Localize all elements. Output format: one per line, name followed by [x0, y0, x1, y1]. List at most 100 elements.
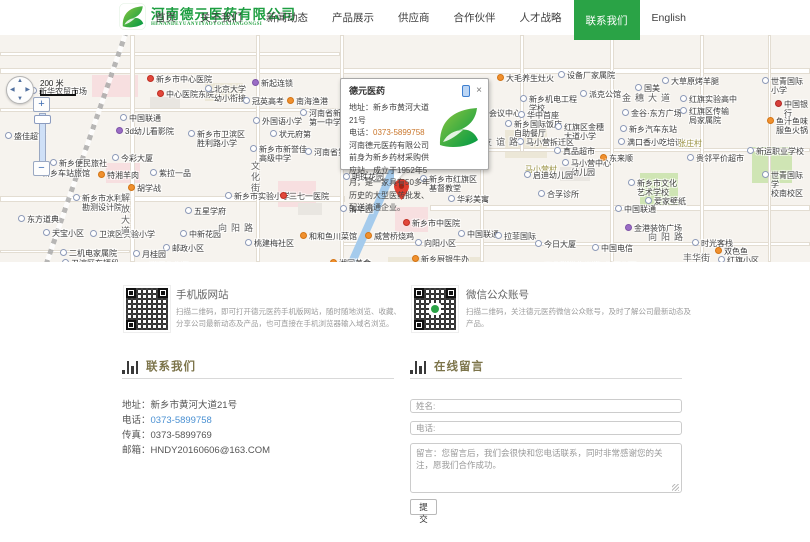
- road-label: 文化街: [250, 161, 259, 194]
- map-poi-label: 大草原烤羊腿: [662, 77, 719, 86]
- message-textarea[interactable]: [410, 443, 682, 493]
- poi-icon: [73, 194, 80, 201]
- contact-email: 邮箱：HNDY20160606@163.COM: [122, 443, 270, 458]
- zoom-out-button[interactable]: −: [33, 161, 50, 176]
- map-poi-label: 世青国际学 校南校区: [762, 171, 810, 198]
- map-poi-label: 状元府第: [270, 130, 311, 139]
- map-poi-label: 新起连锁: [252, 79, 293, 88]
- nav-item-home[interactable]: 首页: [143, 0, 188, 35]
- close-icon[interactable]: ×: [476, 86, 482, 96]
- poi-icon: [330, 259, 337, 262]
- infowindow-header: 德元医药 ×: [341, 79, 488, 100]
- map-poi-label: 今彩大厦: [112, 154, 153, 163]
- poi-icon: [520, 95, 527, 102]
- nav-item-contact[interactable]: 联系我们: [574, 0, 640, 40]
- road-label: 解放大道: [120, 193, 129, 237]
- poi-icon: [625, 224, 632, 231]
- main-nav: 首页关于我们新闻动态产品展示供应商合作伙伴人才战略联系我们English: [143, 0, 698, 35]
- nav-item-suppliers[interactable]: 供应商: [386, 0, 442, 35]
- name-input[interactable]: [410, 399, 682, 413]
- map-poi-label: 威营桥烧鸡: [365, 232, 414, 241]
- poi-icon: [628, 179, 635, 186]
- poi-icon: [150, 169, 157, 176]
- message-heading-text: 在线留言: [434, 358, 484, 374]
- poi-icon: [287, 97, 294, 104]
- infowindow-description: 河南德元医药有限公司前身为新乡药材采购供应站，成立于1952年5月，是一家具有5…: [349, 140, 431, 215]
- poi-icon: [580, 90, 587, 97]
- poi-icon: [300, 232, 307, 239]
- map-poi-label: 新乡市文化 艺术学校: [628, 179, 677, 197]
- map-poi-label: 贵邻平价超市: [687, 154, 744, 163]
- logo-icon: [433, 102, 483, 152]
- poi-icon: [90, 230, 97, 237]
- nav-item-partners[interactable]: 合作伙伴: [442, 0, 508, 35]
- textarea-resize-handle[interactable]: [672, 484, 679, 491]
- poi-icon: [562, 159, 569, 166]
- poi-icon: [300, 109, 307, 116]
- poi-icon: [403, 219, 410, 226]
- map-poi-label: 世青国际小学: [762, 77, 810, 95]
- map-pan-control[interactable]: ▲ ▼ ◀ ▶: [6, 76, 34, 104]
- road-label: 向阳路: [648, 233, 687, 242]
- infowindow-phone-number: 0373-5899758: [373, 128, 425, 137]
- phone-input[interactable]: [410, 421, 682, 435]
- poi-icon: [645, 197, 652, 204]
- submit-button[interactable]: 提交: [410, 499, 437, 515]
- nav-item-products[interactable]: 产品展示: [320, 0, 386, 35]
- poi-icon: [116, 127, 123, 134]
- nav-item-about[interactable]: 关于我们: [188, 0, 254, 35]
- zoom-in-button[interactable]: +: [33, 97, 50, 112]
- poi-icon: [280, 192, 287, 199]
- map-poi-label: 张庄村: [678, 139, 702, 148]
- poi-icon: [618, 138, 625, 145]
- map-poi-label: 二机电家属院: [60, 249, 117, 258]
- poi-icon: [535, 240, 542, 247]
- logo-icon: [119, 3, 146, 30]
- contact-phone: 电话：0373-5899758: [122, 413, 270, 428]
- map-poi-label: 冠英高考: [243, 97, 284, 106]
- map-poi-label: 新乡市水利 勘测设计院: [73, 194, 122, 212]
- nav-item-news[interactable]: 新闻动态: [254, 0, 320, 35]
- poi-icon: [555, 123, 562, 130]
- poi-icon: [252, 79, 259, 86]
- map-poi-label: 爱家壁纸: [645, 197, 686, 206]
- poi-icon: [60, 249, 67, 256]
- map-road: [0, 108, 340, 112]
- map-poi-label: 月桂园: [133, 250, 166, 259]
- poi-icon: [615, 205, 622, 212]
- infowindow-text: 地址：新乡市黄河大道21号 电话：0373-5899758 河南德元医药有限公司…: [349, 102, 431, 215]
- map-poi-label: 红旗实验高中: [680, 95, 737, 104]
- qr-finder: [126, 320, 136, 330]
- pan-left-icon[interactable]: ◀: [10, 86, 15, 93]
- pan-up-icon[interactable]: ▲: [17, 78, 23, 84]
- map-poi-label: 新乡汽车东站: [620, 125, 677, 134]
- map-canvas[interactable]: 新华农贸市场新乡市中心医院中心医院东院北京大学 幼小衔接新起连锁冠英高考南海渔港…: [0, 35, 810, 262]
- phone-icon[interactable]: [462, 85, 470, 97]
- pan-right-icon[interactable]: ▶: [25, 86, 30, 93]
- phone-link[interactable]: 0373-5899758: [151, 415, 212, 426]
- nav-item-talent[interactable]: 人才战略: [508, 0, 574, 35]
- map-poi-label: 三七一医院: [280, 192, 329, 201]
- map-poi-label: 满口香小吃培训: [618, 138, 683, 147]
- zoom-slider-handle[interactable]: [34, 115, 51, 124]
- poi-icon: [112, 154, 119, 161]
- pan-down-icon[interactable]: ▼: [17, 96, 23, 102]
- poi-icon: [558, 71, 565, 78]
- map-poi-label: 特湘羊肉: [98, 171, 139, 180]
- poi-icon: [188, 130, 195, 137]
- nav-item-english[interactable]: English: [640, 0, 698, 35]
- map-poi-label: 北京大学 幼小衔接: [205, 85, 246, 103]
- map-poi-label: 五星学府: [185, 207, 226, 216]
- map-poi-label: 胡学战: [128, 184, 161, 193]
- map-road: [0, 68, 810, 74]
- infowindow-logo: [433, 102, 483, 215]
- map-building-block: [298, 203, 322, 215]
- map-poi-label: 今日大厦: [535, 240, 576, 249]
- contact-info: 地址：新乡市黄河大道21号 电话：0373-5899758 传真：0373-58…: [122, 398, 270, 458]
- map-poi-label: 新乡国际饭店 自助餐厅: [505, 120, 562, 138]
- poi-icon: [365, 232, 372, 239]
- map-poi-label: 双色鱼: [715, 247, 748, 256]
- map-road: [0, 52, 340, 56]
- poi-icon: [687, 154, 694, 161]
- poi-icon: [305, 148, 312, 155]
